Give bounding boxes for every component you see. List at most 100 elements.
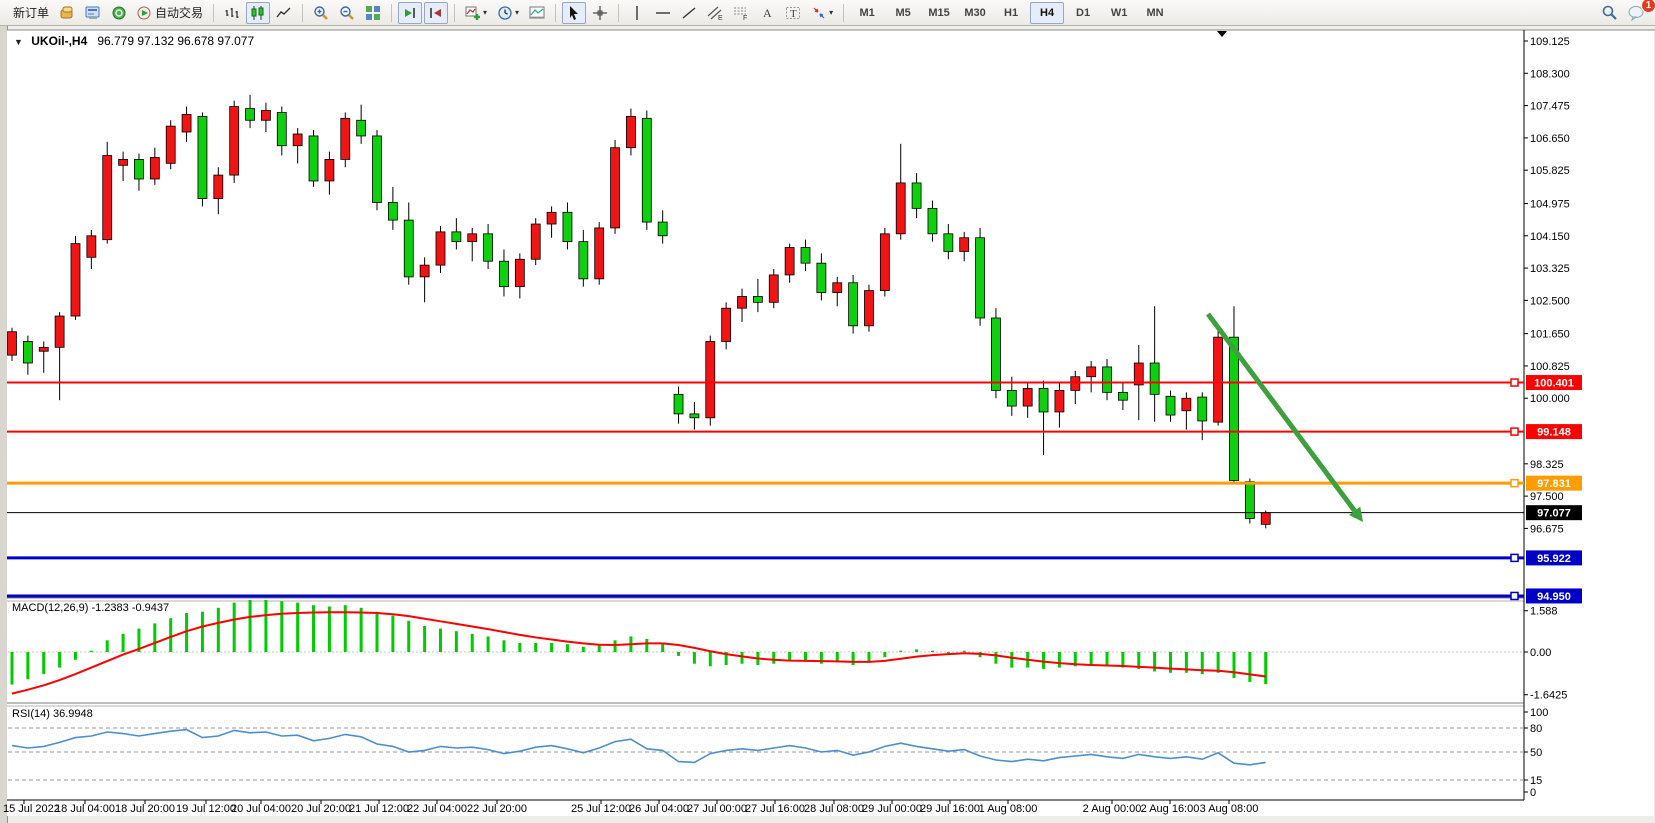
candle — [1023, 388, 1032, 406]
crosshair-icon[interactable] — [588, 2, 612, 24]
arrows-icon — [811, 5, 827, 21]
price-tick-label: 100.825 — [1530, 361, 1570, 373]
clock-icon — [497, 5, 513, 21]
timeframe-button-M15[interactable]: M15 — [922, 2, 956, 24]
svg-text:E: E — [718, 15, 723, 21]
tiles-icon — [365, 5, 381, 21]
candle — [23, 341, 32, 363]
line-chart-icon[interactable] — [272, 2, 296, 24]
candlestick-chart-icon[interactable] — [246, 2, 270, 24]
text-icon[interactable]: A — [755, 2, 779, 24]
periods-icon[interactable]: ▾ — [493, 2, 523, 24]
price-line-label-text: 99.148 — [1537, 427, 1571, 439]
candle — [484, 234, 493, 261]
timeframe-button-M30[interactable]: M30 — [958, 2, 992, 24]
price-tick-label: 107.475 — [1530, 101, 1570, 113]
rsi-tick-label: 80 — [1530, 723, 1542, 735]
search-button[interactable] — [1597, 2, 1622, 24]
cursor-icon[interactable] — [562, 2, 586, 24]
line-handle[interactable] — [1511, 428, 1518, 435]
zoomin-icon — [313, 5, 329, 21]
timeframe-button-M1[interactable]: M1 — [850, 2, 884, 24]
timeframe-button-H1[interactable]: H1 — [994, 2, 1028, 24]
templates-icon[interactable] — [525, 2, 549, 24]
candle — [420, 265, 429, 277]
timeframe-button-H4[interactable]: H4 — [1030, 2, 1064, 24]
autoplay-icon — [137, 6, 151, 20]
date-tick-label: 22 Jul 04:00 — [407, 803, 467, 815]
candle — [357, 120, 366, 136]
horizontal-line-icon[interactable] — [651, 2, 675, 24]
candle — [801, 248, 810, 264]
date-tick-label: 21 Jul 12:00 — [349, 803, 409, 815]
price-tick-label: 104.150 — [1530, 231, 1570, 243]
tile-windows-icon[interactable] — [361, 2, 385, 24]
chartshift-icon — [428, 5, 444, 21]
market-icon — [111, 5, 127, 21]
indicators-icon[interactable]: ▾ — [461, 2, 491, 24]
date-tick-label: 18 Jul 04:00 — [55, 803, 115, 815]
timeframe-button-D1[interactable]: D1 — [1066, 2, 1100, 24]
zoom-in-icon[interactable] — [309, 2, 333, 24]
candle — [1166, 396, 1175, 415]
date-tick-label: 22 Jul 20:00 — [467, 803, 527, 815]
golddocs-icon — [59, 5, 75, 21]
fibo-icon: F — [733, 5, 749, 21]
timeframe-button-MN[interactable]: MN — [1138, 2, 1172, 24]
price-tick-label: 102.500 — [1530, 295, 1570, 307]
rsi-tick-label: 50 — [1530, 747, 1542, 759]
chevron-down-icon: ▾ — [515, 8, 519, 17]
candle — [864, 291, 873, 326]
line-handle[interactable] — [1511, 554, 1518, 561]
vertical-line-icon[interactable] — [625, 2, 649, 24]
candle — [1103, 367, 1112, 392]
metaeditor-icon[interactable] — [81, 2, 105, 24]
trendline-icon[interactable] — [677, 2, 701, 24]
date-tick-label: 27 Jul 00:00 — [687, 803, 747, 815]
one-click-trading-toggle-icon[interactable]: ▼ — [14, 37, 23, 47]
candle — [991, 318, 1000, 390]
candle — [849, 283, 858, 326]
history-center-icon[interactable] — [55, 2, 79, 24]
date-tick-label: 18 Jul 20:00 — [115, 803, 175, 815]
rsi-indicator-label: RSI(14) 36.9948 — [12, 708, 93, 720]
candle — [261, 110, 270, 120]
market-icon[interactable] — [107, 2, 131, 24]
timeframe-button-W1[interactable]: W1 — [1102, 2, 1136, 24]
candle — [960, 238, 969, 252]
rsi-tick-label: 15 — [1530, 775, 1542, 787]
candle — [1087, 367, 1096, 377]
candle — [722, 308, 731, 341]
vline-icon — [629, 5, 645, 21]
chart-canvas[interactable]: 109.125108.300107.475106.650105.825104.9… — [0, 0, 1655, 823]
chart-shift-icon[interactable] — [424, 2, 448, 24]
text-label-icon[interactable]: T — [781, 2, 805, 24]
fibonacci-icon[interactable]: F — [729, 2, 753, 24]
line-handle[interactable] — [1511, 480, 1518, 487]
auto-scroll-icon[interactable] — [398, 2, 422, 24]
candle — [1229, 337, 1238, 480]
zoom-out-icon[interactable] — [335, 2, 359, 24]
candles-icon — [250, 5, 266, 21]
svg-text:A: A — [763, 6, 772, 20]
date-tick-label: 26 Jul 04:00 — [629, 803, 689, 815]
candle — [499, 261, 508, 286]
candle — [119, 159, 128, 165]
bar-chart-icon[interactable] — [220, 2, 244, 24]
autotrading-button[interactable]: 自动交易 — [133, 2, 207, 24]
price-line-label-text: 94.950 — [1537, 591, 1571, 603]
candle — [928, 208, 937, 233]
date-tick-label: 3 Aug 08:00 — [1200, 803, 1259, 815]
price-tick-label: 108.300 — [1530, 68, 1570, 80]
timeframe-button-M5[interactable]: M5 — [886, 2, 920, 24]
equidistant-channel-icon[interactable]: E — [703, 2, 727, 24]
line-handle[interactable] — [1511, 379, 1518, 386]
chevron-down-icon: ▾ — [829, 8, 833, 17]
price-tick-label: 104.975 — [1530, 198, 1570, 210]
crosshair-icon — [592, 5, 608, 21]
arrows-icon[interactable]: ▾ — [807, 2, 837, 24]
new-order-button[interactable]: 新订单 — [5, 2, 53, 24]
line-handle[interactable] — [1511, 592, 1518, 599]
indicator-icon — [465, 5, 481, 21]
notifications-button[interactable]: 1 — [1624, 2, 1650, 24]
